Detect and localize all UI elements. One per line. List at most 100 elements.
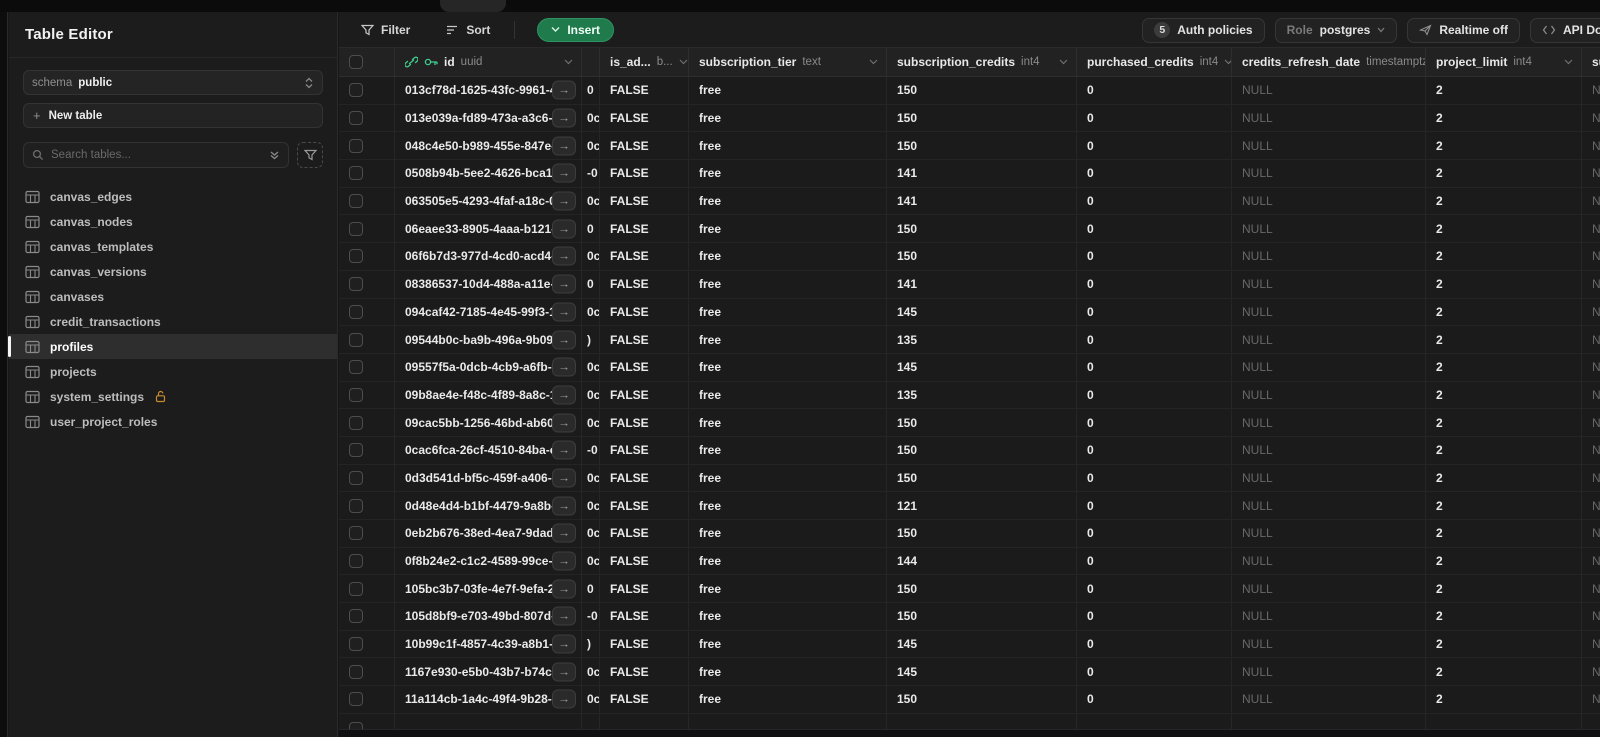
cell-credits-refresh-date[interactable]: NULL: [1232, 547, 1426, 575]
cell-credits-refresh-date[interactable]: NULL: [1232, 243, 1426, 270]
cell-id[interactable]: 0cac6fca-26cf-4510-84ba-c4580...→: [395, 436, 582, 464]
cell-clipped[interactable]: 0c: [582, 187, 600, 215]
cell-credits-refresh-date[interactable]: NULL: [1232, 104, 1426, 132]
cell-id[interactable]: 094caf42-7185-4e45-99f3-14abee...→: [395, 298, 582, 326]
cell-subscription-credits[interactable]: 145: [887, 353, 1077, 381]
cell-clipped-right[interactable]: NU: [1582, 188, 1600, 215]
cell-is-admin[interactable]: FALSE: [600, 436, 689, 464]
cell-credits-refresh-date[interactable]: NULL: [1232, 77, 1426, 104]
cell-id[interactable]: 0d3d541d-bf5c-459f-a406-16b93...→: [395, 464, 582, 492]
cell-is-admin[interactable]: FALSE: [600, 104, 689, 132]
header-clipped-right-column[interactable]: su: [1582, 48, 1600, 76]
cell-clipped-right[interactable]: NU: [1582, 105, 1600, 132]
chevron-down-icon[interactable]: [1564, 59, 1573, 65]
expand-record-button[interactable]: →: [552, 274, 576, 294]
cell-subscription-tier[interactable]: free: [689, 547, 887, 575]
cell-project-limit[interactable]: 2: [1426, 160, 1582, 187]
cell-subscription-tier[interactable]: free: [689, 520, 887, 547]
cell-subscription-credits[interactable]: 145: [887, 658, 1077, 686]
expand-record-button[interactable]: →: [552, 551, 576, 571]
insert-button[interactable]: Insert: [537, 17, 615, 42]
cell-clipped-right[interactable]: NU: [1582, 77, 1600, 104]
cell-id[interactable]: 09b8ae4e-f48c-4f89-8a8c-1629b...→: [395, 381, 582, 409]
expand-record-button[interactable]: →: [552, 80, 576, 100]
cell-purchased-credits[interactable]: 0: [1077, 298, 1232, 326]
cell-subscription-tier[interactable]: free: [689, 104, 887, 132]
cell-project-limit[interactable]: 2: [1426, 187, 1582, 215]
expand-record-button[interactable]: →: [552, 662, 576, 682]
cell-clipped[interactable]: 0c: [582, 381, 600, 409]
cell-subscription-tier[interactable]: free: [689, 492, 887, 519]
cell-credits-refresh-date[interactable]: NULL: [1232, 326, 1426, 353]
cell-id[interactable]: 08386537-10d4-488a-a11e-eb5a6...→: [395, 270, 582, 298]
cell-subscription-credits[interactable]: 144: [887, 547, 1077, 575]
cell-subscription-tier[interactable]: free: [689, 326, 887, 353]
role-select-button[interactable]: Role postgres: [1274, 17, 1398, 43]
cell-id[interactable]: 06eaee33-8905-4aaa-b121-ab552...→: [395, 215, 582, 243]
cell-clipped-right[interactable]: NU: [1582, 354, 1600, 381]
sidebar-item-user_project_roles[interactable]: user_project_roles: [9, 409, 337, 434]
cell-clipped-right[interactable]: NU: [1582, 548, 1600, 575]
cell-subscription-tier[interactable]: free: [689, 132, 887, 160]
expand-record-button[interactable]: →: [552, 468, 576, 488]
search-input[interactable]: [51, 149, 262, 161]
cell-is-admin[interactable]: FALSE: [600, 326, 689, 353]
cell-project-limit[interactable]: 2: [1426, 104, 1582, 132]
cell-clipped[interactable]: -0: [582, 436, 600, 464]
cell-clipped[interactable]: -0: [582, 603, 600, 630]
cell-subscription-tier[interactable]: free: [689, 77, 887, 104]
cell-purchased-credits[interactable]: 0: [1077, 603, 1232, 630]
cell-project-limit[interactable]: 2: [1426, 436, 1582, 464]
cell-clipped-right[interactable]: NU: [1582, 409, 1600, 436]
cell-project-limit[interactable]: 2: [1426, 326, 1582, 353]
row-checkbox[interactable]: [349, 249, 363, 264]
cell-clipped[interactable]: 0c: [582, 409, 600, 436]
cell-is-admin[interactable]: FALSE: [600, 603, 689, 630]
select-all-checkbox[interactable]: [349, 55, 363, 69]
cell-purchased-credits[interactable]: 0: [1077, 132, 1232, 160]
cell-purchased-credits[interactable]: 0: [1077, 243, 1232, 270]
cell-is-admin[interactable]: FALSE: [600, 187, 689, 215]
cell-purchased-credits[interactable]: 0: [1077, 686, 1232, 713]
cell-clipped-right[interactable]: NU: [1582, 215, 1600, 242]
cell-credits-refresh-date[interactable]: NULL: [1232, 132, 1426, 160]
row-checkbox[interactable]: [349, 692, 363, 707]
cell-is-admin[interactable]: FALSE: [600, 658, 689, 686]
cell-subscription-credits[interactable]: 150: [887, 686, 1077, 713]
cell-subscription-credits[interactable]: 141: [887, 187, 1077, 215]
cell-purchased-credits[interactable]: 0: [1077, 520, 1232, 547]
cell-id[interactable]: 0508b94b-5ee2-4626-bca1-4bca...→: [395, 160, 582, 187]
cell-is-admin[interactable]: FALSE: [600, 270, 689, 298]
cell-id[interactable]: 09cac5bb-1256-46bd-ab60-64ed...→: [395, 409, 582, 436]
cell-is-admin[interactable]: FALSE: [600, 547, 689, 575]
cell-id[interactable]: 10b99c1f-4857-4c39-a8b1-263b8...→: [395, 630, 582, 658]
cell-subscription-tier[interactable]: free: [689, 436, 887, 464]
cell-project-limit[interactable]: 2: [1426, 658, 1582, 686]
cell-purchased-credits[interactable]: 0: [1077, 353, 1232, 381]
cell-clipped[interactable]: 0: [582, 77, 600, 104]
cell-subscription-tier[interactable]: free: [689, 187, 887, 215]
cell-is-admin[interactable]: FALSE: [600, 353, 689, 381]
sidebar-item-canvas_templates[interactable]: canvas_templates: [9, 234, 337, 259]
cell-credits-refresh-date[interactable]: NULL: [1232, 381, 1426, 409]
cell-clipped-right[interactable]: NU: [1582, 437, 1600, 464]
cell-clipped[interactable]: 0c: [582, 464, 600, 492]
cell-project-limit[interactable]: 2: [1426, 298, 1582, 326]
cell-credits-refresh-date[interactable]: NULL: [1232, 215, 1426, 243]
row-checkbox[interactable]: [349, 304, 363, 319]
cell-subscription-credits[interactable]: 150: [887, 464, 1077, 492]
chevron-down-icon[interactable]: [869, 59, 878, 65]
cell-subscription-credits[interactable]: 150: [887, 104, 1077, 132]
cell-subscription-tier[interactable]: free: [689, 630, 887, 658]
sidebar-item-system_settings[interactable]: system_settings: [9, 384, 337, 409]
cell-project-limit[interactable]: 2: [1426, 547, 1582, 575]
cell-clipped-right[interactable]: NU: [1582, 520, 1600, 547]
expand-record-button[interactable]: →: [552, 413, 576, 433]
cell-project-limit[interactable]: 2: [1426, 353, 1582, 381]
sidebar-item-canvases[interactable]: canvases: [9, 284, 337, 309]
cell-credits-refresh-date[interactable]: NULL: [1232, 492, 1426, 519]
cell-is-admin[interactable]: FALSE: [600, 409, 689, 436]
auth-policies-button[interactable]: 5 Auth policies: [1142, 17, 1265, 43]
row-checkbox[interactable]: [349, 637, 363, 652]
cell-clipped[interactable]: 0: [582, 270, 600, 298]
